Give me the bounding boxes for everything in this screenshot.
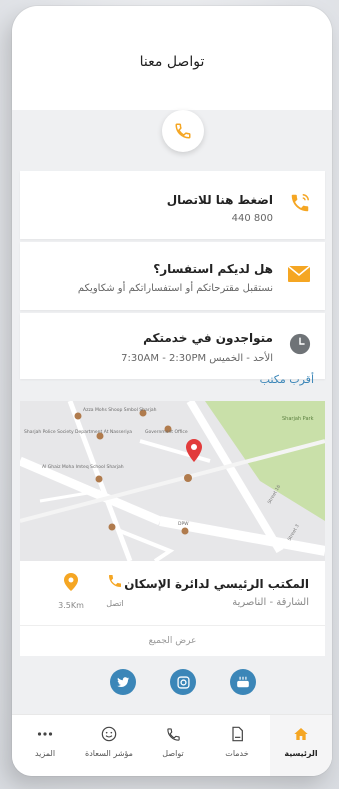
page-title: تواصل معنا xyxy=(139,54,205,70)
phone-icon xyxy=(289,192,311,218)
more-icon xyxy=(37,732,53,736)
map-label-park: Sharjah Park xyxy=(282,416,314,422)
call-card[interactable]: اضغط هنا للاتصال 800 440 xyxy=(20,171,325,239)
location-pin-icon xyxy=(64,573,78,591)
inquiry-card-subtitle: نستقبل مقترحاتكم أو استفساراتكم أو شكاوي… xyxy=(77,283,273,294)
phone-screen: تواصل معنا اضغط هنا للاتصال 800 440 هل ل… xyxy=(12,6,332,776)
distance-button[interactable]: 3.5Km xyxy=(54,573,88,610)
distance-label: 3.5Km xyxy=(58,601,84,610)
office-map[interactable]: Sharjah Park Azza Mohs Shoop Smbol Sharj… xyxy=(20,401,325,561)
call-card-number: 800 440 xyxy=(231,213,273,224)
tab-happiness-label: مؤشر السعادة xyxy=(85,749,133,758)
tab-services[interactable]: خدمات xyxy=(206,715,268,776)
instagram-button[interactable] xyxy=(170,669,196,695)
twitter-icon xyxy=(117,677,130,688)
youtube-button[interactable] xyxy=(230,669,256,695)
tab-contact[interactable]: تواصل xyxy=(142,715,204,776)
call-office-button[interactable]: اتصل xyxy=(98,573,132,608)
map-label-gov-office: Government Office xyxy=(145,429,188,435)
phone-icon xyxy=(166,727,180,741)
call-office-label: اتصل xyxy=(106,599,124,608)
tab-more[interactable]: المزيد xyxy=(14,715,76,776)
mail-icon xyxy=(287,265,311,287)
services-icon xyxy=(232,726,243,742)
phone-icon xyxy=(175,123,191,139)
phone-icon xyxy=(109,575,121,587)
map-graphic: Sharjah Park Azza Mohs Shoop Smbol Sharj… xyxy=(20,401,325,561)
instagram-icon xyxy=(176,675,190,689)
tab-contact-label: تواصل xyxy=(162,749,184,758)
tab-more-label: المزيد xyxy=(34,749,56,758)
tab-home[interactable]: الرئيسية xyxy=(270,715,332,776)
map-label-school: Azza Mohs Shoop Smbol Sharjah xyxy=(83,407,157,413)
nearest-office-heading: أقرب مكتب xyxy=(259,373,314,386)
office-card: المكتب الرئيسي لدائرة الإسكان الشارقة - … xyxy=(20,561,325,656)
hours-card: متواجدون في خدمتكم الأحد - الخميس 7:30AM… xyxy=(20,313,325,379)
map-label-kindergarten: Al Ghaiz Moha Imteq School Sharjah xyxy=(42,464,124,470)
youtube-icon xyxy=(237,676,249,688)
tab-home-label: الرئيسية xyxy=(284,749,318,758)
contact-phone-badge xyxy=(162,110,204,152)
call-card-title: اضغط هنا للاتصال xyxy=(166,193,273,207)
header: تواصل معنا xyxy=(12,6,332,110)
home-icon xyxy=(294,728,308,740)
inquiry-card-title: هل لديكم استفسار؟ xyxy=(153,262,273,276)
view-all-button[interactable]: عرض الجميع xyxy=(20,625,325,656)
bottom-tab-bar: الرئيسية خدمات تواصل مؤشر السعادة المزيد xyxy=(12,714,332,776)
hours-card-subtitle: الأحد - الخميس 7:30AM - 2:30PM xyxy=(121,353,273,364)
map-label-police: Sharjah Police Society Department At Nas… xyxy=(24,429,132,435)
twitter-button[interactable] xyxy=(110,669,136,695)
map-label-dpw: DPW xyxy=(178,521,189,527)
hours-card-title: متواجدون في خدمتكم xyxy=(143,331,273,345)
tab-happiness-index[interactable]: مؤشر السعادة xyxy=(78,715,140,776)
inquiry-card[interactable]: هل لديكم استفسار؟ نستقبل مقترحاتكم أو اس… xyxy=(20,242,325,310)
office-location: الشارقة - الناصرية xyxy=(232,597,309,608)
office-name: المكتب الرئيسي لدائرة الإسكان xyxy=(124,577,309,591)
smiley-icon xyxy=(101,726,117,742)
clock-icon xyxy=(289,333,311,359)
tab-services-label: خدمات xyxy=(225,749,249,758)
